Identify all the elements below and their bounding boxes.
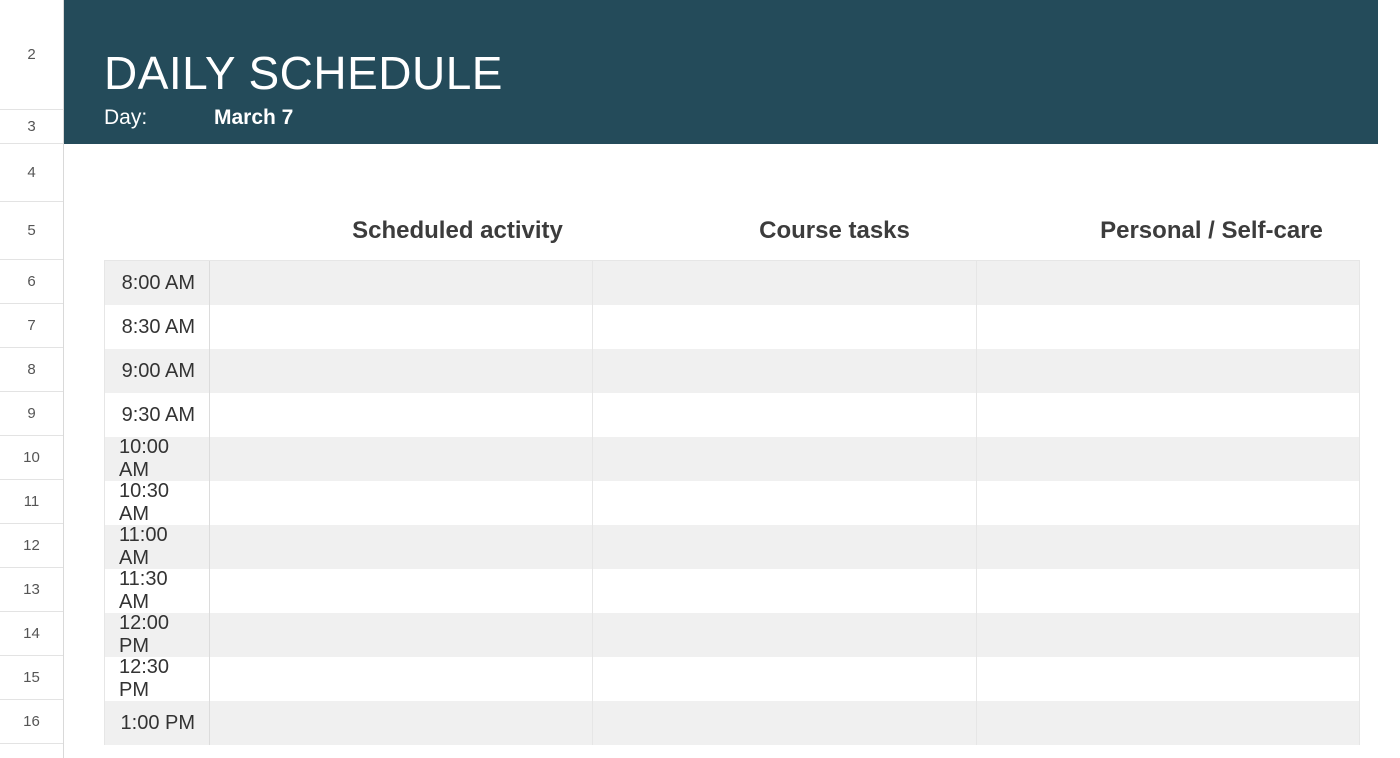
- table-row: 11:00 AM: [105, 525, 1359, 569]
- day-value[interactable]: March 7: [214, 106, 293, 130]
- personal-cell[interactable]: [977, 701, 1359, 745]
- personal-cell[interactable]: [977, 349, 1359, 393]
- activity-cell[interactable]: [210, 569, 593, 613]
- personal-cell[interactable]: [977, 525, 1359, 569]
- right-edge: [1378, 0, 1400, 758]
- course-cell[interactable]: [593, 701, 976, 745]
- row-header[interactable]: 7: [0, 304, 63, 348]
- row-header[interactable]: 2: [0, 0, 63, 110]
- schedule-table: 8:00 AM 8:30 AM 9:00 AM: [104, 260, 1360, 745]
- course-cell[interactable]: [593, 393, 976, 437]
- table-row: 9:30 AM: [105, 393, 1359, 437]
- row-header[interactable]: 8: [0, 348, 63, 392]
- day-row: Day: March 7: [104, 106, 1356, 136]
- course-cell[interactable]: [593, 657, 976, 701]
- personal-cell[interactable]: [977, 261, 1359, 305]
- row-header[interactable]: 4: [0, 144, 63, 202]
- col-header-activity: Scheduled activity: [269, 217, 646, 245]
- time-cell[interactable]: 1:00 PM: [105, 701, 210, 745]
- personal-cell[interactable]: [977, 481, 1359, 525]
- day-label: Day:: [104, 106, 214, 130]
- activity-cell[interactable]: [210, 701, 593, 745]
- activity-cell[interactable]: [210, 525, 593, 569]
- course-cell[interactable]: [593, 613, 976, 657]
- table-row: 1:00 PM: [105, 701, 1359, 745]
- col-header-personal: Personal / Self-care: [1023, 217, 1400, 245]
- row-header[interactable]: 16: [0, 700, 63, 744]
- course-cell[interactable]: [593, 349, 976, 393]
- course-cell[interactable]: [593, 525, 976, 569]
- time-cell[interactable]: 11:30 AM: [105, 569, 210, 613]
- row-header[interactable]: 12: [0, 524, 63, 568]
- activity-cell[interactable]: [210, 481, 593, 525]
- table-row: 10:00 AM: [105, 437, 1359, 481]
- sheet-content: DAILY SCHEDULE Day: March 7 Scheduled ac…: [64, 0, 1400, 758]
- row-header[interactable]: 9: [0, 392, 63, 436]
- col-header-course: Course tasks: [646, 217, 1023, 245]
- time-cell[interactable]: 12:00 PM: [105, 613, 210, 657]
- title-banner: DAILY SCHEDULE Day: March 7: [64, 0, 1400, 144]
- activity-cell[interactable]: [210, 437, 593, 481]
- row-header[interactable]: 10: [0, 436, 63, 480]
- time-cell[interactable]: 11:00 AM: [105, 525, 210, 569]
- personal-cell[interactable]: [977, 613, 1359, 657]
- row-header-gutter: 2 3 4 5 6 7 8 9 10 11 12 13 14 15 16: [0, 0, 64, 758]
- course-cell[interactable]: [593, 481, 976, 525]
- spacer-row: [64, 144, 1400, 202]
- activity-cell[interactable]: [210, 261, 593, 305]
- time-cell[interactable]: 10:00 AM: [105, 437, 210, 481]
- activity-cell[interactable]: [210, 305, 593, 349]
- activity-cell[interactable]: [210, 393, 593, 437]
- time-cell[interactable]: 10:30 AM: [105, 481, 210, 525]
- course-cell[interactable]: [593, 569, 976, 613]
- course-cell[interactable]: [593, 437, 976, 481]
- time-cell[interactable]: 12:30 PM: [105, 657, 210, 701]
- personal-cell[interactable]: [977, 393, 1359, 437]
- row-header[interactable]: 14: [0, 612, 63, 656]
- personal-cell[interactable]: [977, 569, 1359, 613]
- row-header[interactable]: 3: [0, 110, 63, 144]
- table-row: 8:00 AM: [105, 261, 1359, 305]
- time-cell[interactable]: 9:30 AM: [105, 393, 210, 437]
- row-header[interactable]: 5: [0, 202, 63, 260]
- table-row: 12:30 PM: [105, 657, 1359, 701]
- activity-cell[interactable]: [210, 613, 593, 657]
- time-cell[interactable]: 9:00 AM: [105, 349, 210, 393]
- row-header[interactable]: 13: [0, 568, 63, 612]
- schedule-table-wrap: 8:00 AM 8:30 AM 9:00 AM: [64, 260, 1400, 745]
- table-row: 11:30 AM: [105, 569, 1359, 613]
- activity-cell[interactable]: [210, 657, 593, 701]
- table-row: 8:30 AM: [105, 305, 1359, 349]
- time-cell[interactable]: 8:00 AM: [105, 261, 210, 305]
- table-row: 9:00 AM: [105, 349, 1359, 393]
- course-cell[interactable]: [593, 305, 976, 349]
- table-row: 10:30 AM: [105, 481, 1359, 525]
- column-headers: Scheduled activity Course tasks Personal…: [64, 202, 1400, 260]
- spreadsheet-app: 2 3 4 5 6 7 8 9 10 11 12 13 14 15 16 DAI…: [0, 0, 1400, 758]
- page-title: DAILY SCHEDULE: [104, 46, 1356, 100]
- time-cell[interactable]: 8:30 AM: [105, 305, 210, 349]
- course-cell[interactable]: [593, 261, 976, 305]
- activity-cell[interactable]: [210, 349, 593, 393]
- row-header[interactable]: 15: [0, 656, 63, 700]
- row-header[interactable]: 11: [0, 480, 63, 524]
- personal-cell[interactable]: [977, 437, 1359, 481]
- row-header[interactable]: 6: [0, 260, 63, 304]
- table-row: 12:00 PM: [105, 613, 1359, 657]
- personal-cell[interactable]: [977, 657, 1359, 701]
- personal-cell[interactable]: [977, 305, 1359, 349]
